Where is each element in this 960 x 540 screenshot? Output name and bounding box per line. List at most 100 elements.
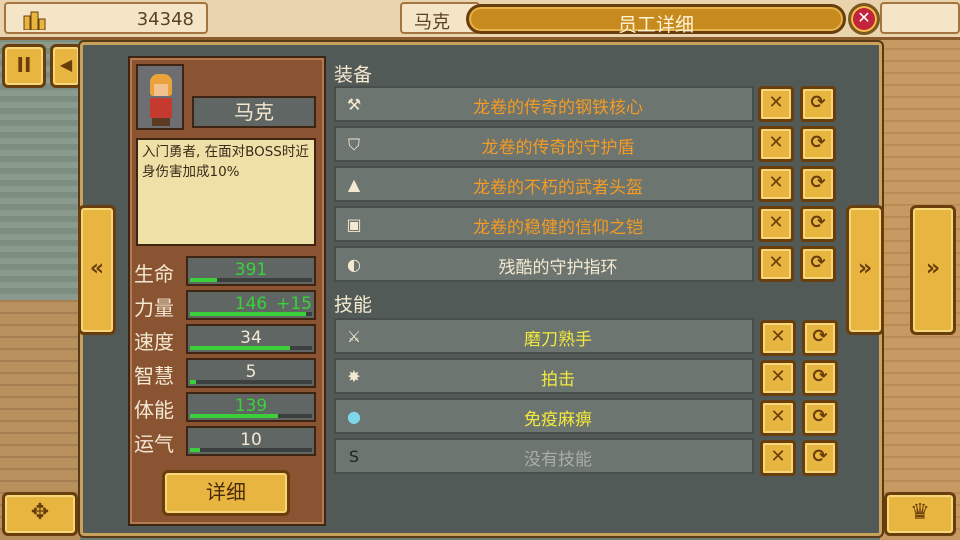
equipment-name: 龙卷的传奇的守护盾 — [481, 138, 635, 158]
helmet-icon: ▲ — [347, 175, 361, 194]
equipment-name: 龙卷的传奇的钢铁核心 — [473, 98, 643, 118]
empty-skill-icon: S — [348, 447, 360, 466]
stat-label-wisdom: 智慧 — [134, 364, 174, 388]
stat-label-luck: 运气 — [134, 432, 174, 456]
stat-label-stamina: 体能 — [134, 398, 174, 422]
crown-icon[interactable]: ♛ — [884, 492, 956, 536]
remove-equipment-button[interactable]: ✕ — [758, 166, 794, 202]
stat-bar-strength: 146 +15 — [186, 290, 316, 320]
remove-skill-button[interactable]: ✕ — [760, 440, 796, 476]
swap-equipment-button[interactable]: ⟳ — [800, 246, 836, 282]
skill-name: 没有技能 — [524, 450, 592, 470]
stat-label-speed: 速度 — [134, 330, 174, 354]
stat-track-strength — [190, 312, 312, 316]
remove-equipment-button[interactable]: ✕ — [758, 206, 794, 242]
swap-equipment-button[interactable]: ⟳ — [800, 166, 836, 202]
remove-equipment-button[interactable]: ✕ — [758, 86, 794, 122]
stat-label-strength: 力量 — [134, 296, 174, 320]
skill-name: 拍击 — [541, 370, 575, 390]
building-icon — [23, 11, 46, 30]
stat-bar-luck: 10 — [186, 426, 316, 456]
skill-row[interactable]: ⚔ 磨刀熟手 — [334, 318, 754, 354]
stat-fill-speed — [190, 346, 291, 350]
armor-icon: ▣ — [346, 215, 362, 234]
orb-icon: ● — [347, 407, 361, 426]
stat-bar-stamina: 139 — [186, 392, 316, 422]
stat-bar-wisdom: 5 — [186, 358, 316, 388]
stat-fill-wisdom — [190, 380, 197, 384]
next-employee-button[interactable]: » — [846, 205, 884, 335]
skill-name: 免疫麻痹 — [524, 410, 592, 430]
swap-equipment-button[interactable]: ⟳ — [800, 86, 836, 122]
swap-skill-button[interactable]: ⟳ — [802, 320, 838, 356]
skill-row[interactable]: ✸ 拍击 — [334, 358, 754, 394]
portrait-legs — [152, 118, 170, 126]
top-bar: 34348 马克 员工详细 ✕ — [0, 0, 960, 40]
burst-icon: ✸ — [347, 367, 361, 386]
stat-fill-strength — [190, 312, 306, 316]
equipment-row[interactable]: ⛉ 龙卷的传奇的守护盾 — [334, 126, 754, 162]
remove-skill-button[interactable]: ✕ — [760, 400, 796, 436]
stat-track-stamina — [190, 414, 312, 418]
stat-fill-stamina — [190, 414, 278, 418]
swap-skill-button[interactable]: ⟳ — [802, 400, 838, 436]
remove-equipment-button[interactable]: ✕ — [758, 246, 794, 282]
next-page-button[interactable]: » — [910, 205, 956, 335]
stat-fill-luck — [190, 448, 200, 452]
stat-bar-speed: 34 — [186, 324, 316, 354]
skill-name: 磨刀熟手 — [524, 330, 592, 350]
shield-icon: ⛉ — [347, 135, 360, 154]
top-right-panel — [880, 2, 960, 34]
skill-row[interactable]: S 没有技能 — [334, 438, 754, 474]
skill-row[interactable]: ● 免疫麻痹 — [334, 398, 754, 434]
money-display: 34348 — [4, 2, 208, 34]
sword-icon: ⚔ — [346, 327, 362, 346]
skills-section-title: 技能 — [334, 294, 373, 316]
stat-track-hp — [190, 278, 312, 282]
equipment-name: 龙卷的不朽的武者头盔 — [473, 178, 643, 198]
portrait-body — [150, 98, 172, 118]
equipment-section-title: 装备 — [334, 64, 373, 86]
stat-value-wisdom: 5 — [245, 362, 257, 382]
stat-label-hp: 生命 — [134, 262, 174, 286]
swap-equipment-button[interactable]: ⟳ — [800, 206, 836, 242]
swap-skill-button[interactable]: ⟳ — [802, 360, 838, 396]
stat-bonus-strength: +15 — [276, 294, 312, 314]
remove-equipment-button[interactable]: ✕ — [758, 126, 794, 162]
previous-employee-button[interactable]: « — [78, 205, 116, 335]
employee-portrait — [136, 64, 184, 130]
employee-description: 入门勇者, 在面对BOSS时近身伤害加成10% — [136, 138, 316, 246]
equipment-row[interactable]: ⚒ 龙卷的传奇的钢铁核心 — [334, 86, 754, 122]
portrait-face — [154, 84, 168, 96]
remove-skill-button[interactable]: ✕ — [760, 320, 796, 356]
money-value: 34348 — [136, 9, 194, 30]
stat-bar-hp: 391 — [186, 256, 316, 286]
scroll-left-button[interactable]: ◀ — [50, 44, 82, 88]
close-button[interactable]: ✕ — [848, 3, 880, 35]
employee-name: 马克 — [234, 100, 274, 124]
detail-button[interactable]: 详细 — [162, 470, 290, 516]
equipment-name: 残酷的守护指环 — [498, 258, 618, 278]
remove-skill-button[interactable]: ✕ — [760, 360, 796, 396]
stat-fill-hp — [190, 278, 217, 282]
axe-icon: ⚒ — [346, 95, 362, 114]
swap-skill-button[interactable]: ⟳ — [802, 440, 838, 476]
stat-track-wisdom — [190, 380, 312, 384]
employee-name-plate: 马克 — [192, 96, 316, 128]
equipment-row[interactable]: ▣ 龙卷的稳健的信仰之铠 — [334, 206, 754, 242]
dialog-title: 员工详细 — [617, 14, 694, 36]
stat-value-hp: 391 — [234, 260, 268, 280]
stat-value-stamina: 139 — [234, 396, 268, 416]
stat-track-luck — [190, 448, 312, 452]
dialog-title-bar: 员工详细 — [466, 4, 846, 36]
stat-track-speed — [190, 346, 312, 350]
swap-equipment-button[interactable]: ⟳ — [800, 126, 836, 162]
equipment-row[interactable]: ▲ 龙卷的不朽的武者头盔 — [334, 166, 754, 202]
employee-name-preview-text: 马克 — [414, 12, 450, 33]
equipment-row[interactable]: ◐ 残酷的守护指环 — [334, 246, 754, 282]
move-icon[interactable]: ✥ — [2, 492, 78, 536]
ring-icon: ◐ — [347, 255, 361, 274]
pause-button[interactable]: II — [2, 44, 46, 88]
stat-value-luck: 10 — [240, 430, 262, 450]
stat-value-speed: 34 — [240, 328, 262, 348]
